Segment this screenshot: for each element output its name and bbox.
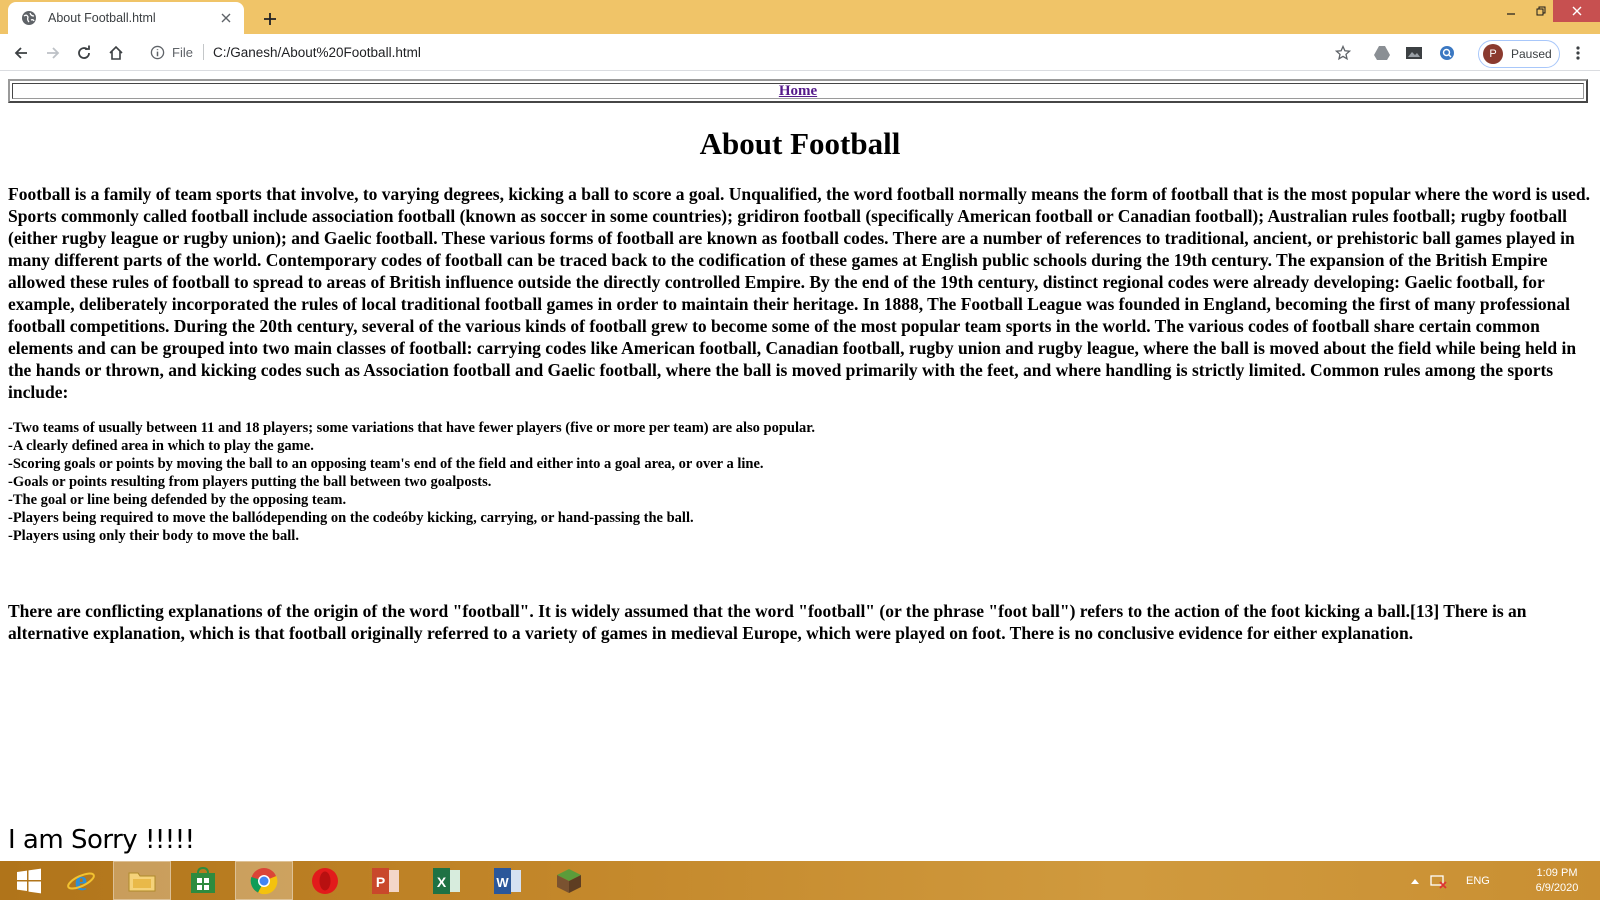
home-link[interactable]: Home: [779, 83, 817, 100]
search-extension-icon[interactable]: [1435, 41, 1459, 65]
site-label: File: [172, 44, 193, 60]
minecraft-taskbar-icon[interactable]: [540, 861, 598, 900]
screenshot-extension-icon[interactable]: [1402, 41, 1426, 65]
close-window-button[interactable]: [1553, 0, 1600, 22]
reload-icon: [78, 45, 90, 59]
info-icon: [150, 45, 165, 59]
rule-item: -The goal or line being defended by the …: [8, 492, 347, 508]
opera-taskbar-icon[interactable]: [296, 861, 354, 900]
intro-paragraph: Football is a family of team sports that…: [8, 184, 1590, 402]
drive-extension-icon[interactable]: [1370, 41, 1394, 65]
rules-list: -Two teams of usually between 11 and 18 …: [8, 419, 1588, 545]
restore-button[interactable]: [1526, 0, 1556, 22]
nav-table: Home: [8, 79, 1588, 103]
globe-icon: [21, 10, 37, 26]
home-button[interactable]: [104, 41, 128, 65]
footer-text: I am Sorry !!!!!: [8, 825, 195, 855]
file-explorer-taskbar-icon[interactable]: [113, 861, 171, 900]
excel-taskbar-icon[interactable]: X: [418, 861, 476, 900]
new-tab-button[interactable]: [258, 7, 282, 31]
address-bar[interactable]: File C:/Ganesh/About%20Football.html: [140, 37, 1360, 67]
browser-titlebar: About Football.html: [0, 0, 1600, 34]
start-button[interactable]: [0, 861, 58, 900]
origin-paragraph: There are conflicting explanations of th…: [8, 601, 1527, 643]
profile-status: Paused: [1511, 47, 1552, 61]
rule-item: -Players being required to move the ball…: [8, 510, 694, 526]
bookmark-star-button[interactable]: [1331, 41, 1355, 65]
back-arrow-icon: [14, 47, 27, 59]
svg-text:e: e: [75, 866, 87, 896]
minimize-button[interactable]: [1496, 0, 1526, 22]
system-clock[interactable]: 1:09 PM 6/9/2020: [1522, 866, 1592, 896]
close-tab-icon[interactable]: [218, 10, 234, 26]
home-icon: [109, 45, 123, 60]
star-icon: [1335, 45, 1351, 61]
rule-item: -Two teams of usually between 11 and 18 …: [8, 420, 815, 436]
windows-logo-icon: [17, 868, 41, 893]
system-tray: ENG: [1410, 861, 1490, 900]
profile-button[interactable]: P Paused: [1478, 40, 1560, 68]
forward-arrow-icon: [47, 47, 60, 59]
store-taskbar-icon[interactable]: [174, 861, 232, 900]
word-taskbar-icon[interactable]: W: [479, 861, 537, 900]
back-button[interactable]: [9, 41, 33, 65]
menu-button[interactable]: [1566, 41, 1590, 65]
svg-text:X: X: [437, 874, 447, 890]
clock-date: 6/9/2020: [1535, 882, 1579, 894]
svg-text:P: P: [376, 874, 385, 890]
reload-button[interactable]: [72, 41, 96, 65]
rule-item: -Players using only their body to move t…: [8, 528, 299, 544]
clock-time: 1:09 PM: [1536, 867, 1578, 879]
site-info-button[interactable]: File: [150, 45, 193, 60]
network-icon: [1430, 874, 1447, 889]
rule-item: -A clearly defined area in which to play…: [8, 438, 314, 454]
plus-icon: [264, 13, 276, 25]
chrome-taskbar-icon[interactable]: [235, 861, 293, 900]
browser-toolbar: File C:/Ganesh/About%20Football.html P P…: [0, 34, 1600, 71]
forward-button[interactable]: [41, 41, 65, 65]
url-text[interactable]: C:/Ganesh/About%20Football.html: [213, 45, 421, 60]
kebab-menu-icon: [1576, 46, 1580, 60]
tab-title: About Football.html: [48, 11, 156, 25]
page-content: Home About Football Football is a family…: [0, 71, 1600, 861]
powerpoint-taskbar-icon[interactable]: P: [357, 861, 415, 900]
svg-text:W: W: [496, 875, 509, 890]
avatar: P: [1483, 44, 1503, 64]
internet-explorer-taskbar-icon[interactable]: e: [52, 861, 110, 900]
rule-item: -Scoring goals or points by moving the b…: [8, 456, 764, 472]
language-indicator[interactable]: ENG: [1466, 875, 1490, 887]
windows-taskbar: e P X W ENG 1:09 PM 6/9/2020: [0, 861, 1600, 900]
browser-tab[interactable]: About Football.html: [8, 2, 244, 34]
omnibox-separator: [202, 44, 204, 60]
nav-cell: Home: [12, 83, 1584, 99]
chevron-up-icon: [1411, 878, 1419, 884]
rule-item: -Goals or points resulting from players …: [8, 474, 492, 490]
page-title: About Football: [699, 126, 901, 161]
